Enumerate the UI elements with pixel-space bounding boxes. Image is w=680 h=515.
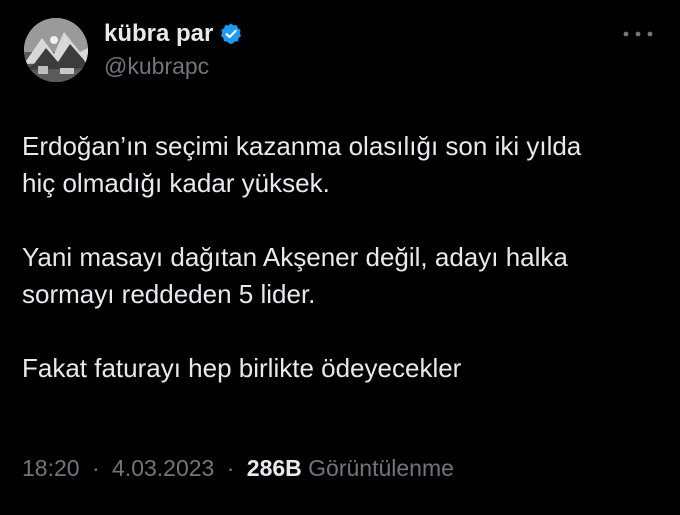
avatar-photo-icon — [24, 18, 88, 82]
more-options-icon[interactable] — [622, 22, 654, 46]
tweet-date[interactable]: 4.03.2023 — [112, 455, 214, 481]
meta-separator: · — [91, 455, 100, 481]
tweet-paragraph: Fakat faturayı hep birlikte ödeyecekler — [22, 353, 462, 383]
meta-separator: · — [226, 455, 235, 481]
tweet-meta: 18:20 · 4.03.2023 · 286B Görüntülenme — [22, 453, 454, 483]
tweet-paragraph: Yani masayı dağıtan Akşener değil, adayı… — [22, 242, 568, 309]
views-count[interactable]: 286B — [247, 455, 302, 481]
tweet-card: kübra par @kubrapc Erdoğan’ın seçimi kaz… — [0, 0, 680, 515]
verified-badge-icon — [219, 22, 243, 46]
author-handle[interactable]: @kubrapc — [104, 52, 209, 80]
tweet-text: Erdoğan’ın seçimi kazanma olasılığı son … — [22, 128, 662, 387]
author-name-row[interactable]: kübra par — [104, 20, 243, 48]
views-label[interactable]: Görüntülenme — [308, 455, 454, 481]
tweet-time[interactable]: 18:20 — [22, 455, 80, 481]
tweet-paragraph: Erdoğan’ın seçimi kazanma olasılığı son … — [22, 131, 582, 198]
author-display-name[interactable]: kübra par — [104, 20, 213, 48]
avatar[interactable] — [24, 18, 88, 82]
